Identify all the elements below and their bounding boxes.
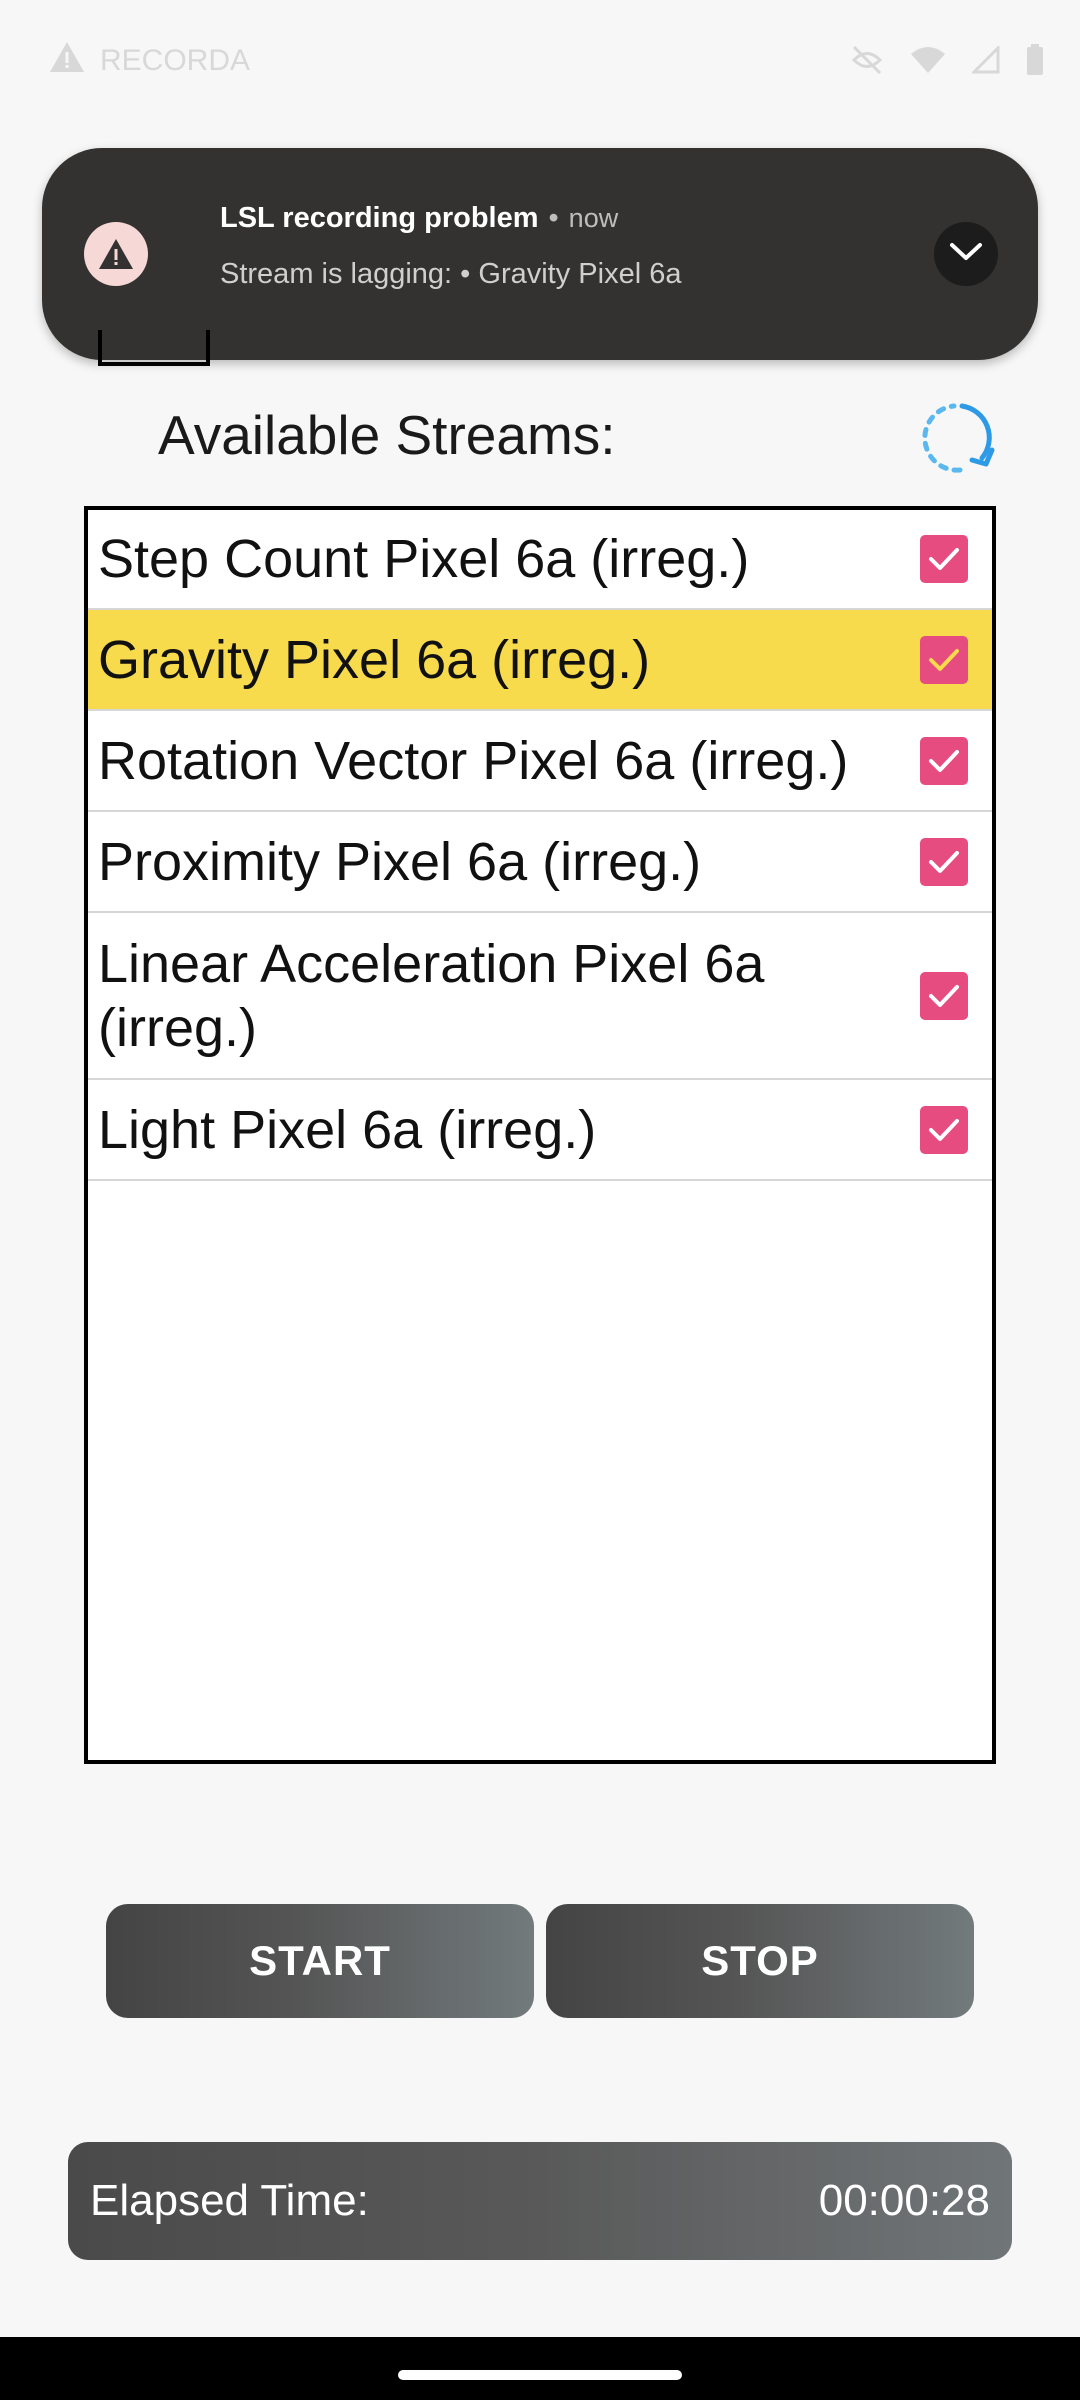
warning-icon [84,222,148,286]
home-gesture-handle[interactable] [398,2370,682,2380]
stream-label: Light Pixel 6a (irreg.) [98,1099,597,1160]
notification-separator: • [548,202,559,234]
elapsed-time-value: 00:00:28 [818,2176,990,2225]
notification-time: now [568,203,619,233]
status-bar-left: RECORDA [48,40,250,82]
battery-icon [1026,44,1044,81]
stream-label: Rotation Vector Pixel 6a (irreg.) [98,730,849,791]
stream-row-gravity[interactable]: Gravity Pixel 6a (irreg.) [88,610,992,711]
stream-checkbox[interactable] [920,971,968,1020]
stream-row-step-count[interactable]: Step Count Pixel 6a (irreg.) [88,510,992,610]
stream-row-linear-acceleration[interactable]: Linear Acceleration Pixel 6a (irreg.) [88,913,992,1080]
navigation-bar [0,2337,1080,2400]
notification-expand-button[interactable] [934,222,998,286]
mute-icon [850,45,884,80]
stream-list[interactable]: Step Count Pixel 6a (irreg.) Gravity Pix… [84,506,996,1764]
notification-title: LSL recording problem [220,202,539,234]
notification-card[interactable]: LSL recording problem • now Stream is lagg… [42,148,1038,360]
warning-icon [48,40,86,82]
partially-hidden-element [98,330,210,366]
stream-checkbox[interactable] [920,736,968,785]
stream-checkbox[interactable] [920,1105,968,1154]
notification-title-line: LSL recording problem • now [220,202,618,235]
elapsed-time-bar: Elapsed Time: 00:00:28 [68,2142,1012,2260]
elapsed-time-label: Elapsed Time: [90,2176,369,2225]
stream-checkbox[interactable] [920,535,968,583]
start-button[interactable]: START [106,1904,534,2018]
stream-checkbox[interactable] [920,837,968,886]
signal-icon [970,44,1000,79]
stream-checkbox[interactable] [920,635,968,684]
stop-button[interactable]: STOP [546,1904,974,2018]
stream-label: Linear Acceleration Pixel 6a (irreg.) [98,933,765,1058]
stream-label: Gravity Pixel 6a (irreg.) [98,629,651,690]
stream-label: Proximity Pixel 6a (irreg.) [98,831,702,892]
wifi-icon [910,46,946,79]
stream-row-light[interactable]: Light Pixel 6a (irreg.) [88,1080,992,1181]
status-bar-right [850,44,1044,81]
status-app-label: RECORDA [100,44,251,77]
refresh-button[interactable] [906,398,1002,478]
chevron-down-icon [949,242,983,267]
stream-row-proximity[interactable]: Proximity Pixel 6a (irreg.) [88,812,992,913]
notification-body: Stream is lagging: • Gravity Pixel 6a [220,258,682,290]
stream-label: Step Count Pixel 6a (irreg.) [98,529,750,589]
refresh-icon [906,403,1002,482]
available-streams-title: Available Streams: [158,404,616,466]
stream-row-rotation-vector[interactable]: Rotation Vector Pixel 6a (irreg.) [88,711,992,812]
status-bar: RECORDA [0,0,1080,130]
